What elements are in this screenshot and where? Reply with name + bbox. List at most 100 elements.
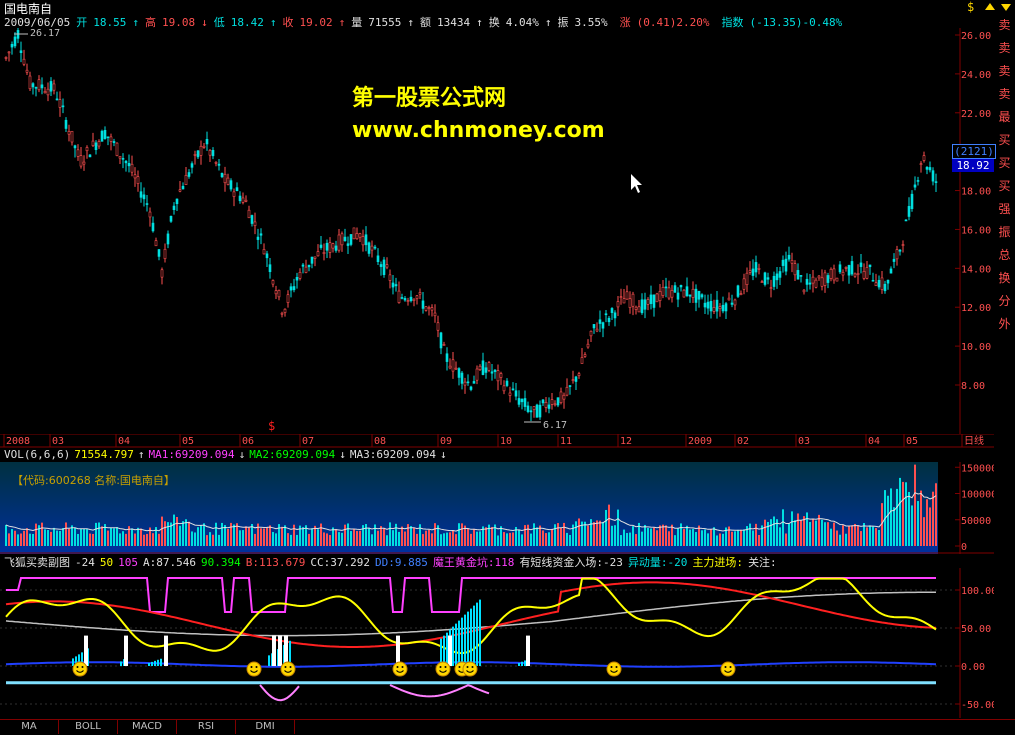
sidebar-item[interactable]: 买 (994, 175, 1015, 198)
sidebar-item[interactable]: 总 (994, 244, 1015, 267)
candle-body (454, 367, 458, 370)
volume-bar (905, 482, 907, 546)
candle-body (142, 194, 146, 200)
ind-white-bar (526, 635, 530, 666)
volume-bar (89, 533, 91, 546)
candle-body (805, 278, 809, 285)
tab-rsi[interactable]: RSI (177, 720, 236, 734)
volume-bar (926, 499, 928, 546)
volume-bar (92, 533, 94, 546)
volume-bar (383, 527, 385, 546)
toolbar-icons[interactable]: $ (963, 0, 1013, 14)
candle-body (118, 155, 122, 159)
candle-body (895, 249, 899, 260)
volume-bar (449, 532, 451, 546)
candle-body (184, 175, 188, 185)
tab-ma[interactable]: MA (0, 720, 59, 734)
volume-bar (470, 533, 472, 546)
volume-bar (59, 530, 61, 546)
candle-body (778, 271, 782, 278)
candle-body (289, 286, 293, 291)
volume-bar (614, 525, 616, 546)
volume-bar (479, 531, 481, 546)
sidebar-item[interactable]: 强 (994, 198, 1015, 221)
sidebar-item[interactable]: 买 (994, 129, 1015, 152)
candle-body (19, 50, 23, 53)
volume-bar (869, 525, 871, 546)
candle-body (538, 404, 542, 418)
sidebar-item[interactable]: 卖 (994, 83, 1015, 106)
candle-body (502, 385, 506, 392)
candle-body (487, 362, 491, 371)
volume-bar (266, 526, 268, 546)
volume-bar (737, 529, 739, 546)
volume-bar (326, 533, 328, 546)
sidebar-item[interactable]: 买 (994, 152, 1015, 175)
candle-body (223, 173, 227, 184)
tab-macd[interactable]: MACD (118, 720, 177, 734)
sidebar-item[interactable]: 最 (994, 106, 1015, 129)
candle-body (52, 83, 56, 91)
candle-body (382, 259, 386, 275)
volume-bar (218, 534, 220, 546)
candle-body (115, 142, 119, 156)
ind-white-bar (84, 635, 88, 666)
volume-bar (371, 534, 373, 546)
candle-body (445, 353, 449, 362)
tab-boll[interactable]: BOLL (59, 720, 118, 734)
volume-bar (893, 507, 895, 546)
volume-bar (11, 529, 13, 546)
up-arrow-icon (985, 3, 995, 10)
volume-bar (560, 527, 562, 546)
tab-dmi[interactable]: DMI (236, 720, 295, 734)
candle-body (601, 322, 605, 329)
volume-bar (569, 534, 571, 546)
candle-body (46, 88, 50, 96)
candle-body (169, 215, 173, 222)
ind-white-bar (124, 635, 128, 666)
sidebar-item[interactable]: 振 (994, 221, 1015, 244)
sidebar-item[interactable]: 卖 (994, 60, 1015, 83)
volume-bar (806, 512, 808, 546)
volume-bar (338, 532, 340, 546)
candle-body (832, 268, 836, 281)
volume-bar (896, 488, 898, 546)
candle-body (889, 268, 893, 274)
volume-bar (422, 534, 424, 546)
sidebar-item[interactable]: 分 (994, 290, 1015, 313)
date-tick-label: 05 (906, 436, 918, 447)
volume-bar (323, 532, 325, 546)
candle-body (721, 304, 725, 312)
volume-bar (731, 531, 733, 546)
volume-bar (344, 524, 346, 546)
ind-cyan-bar (446, 632, 448, 666)
candle-body (265, 253, 269, 259)
top-icons[interactable]: $ (963, 0, 1013, 14)
volume-bar (611, 525, 613, 546)
candle-body (577, 373, 581, 376)
candle-body (271, 280, 275, 285)
volume-bar (101, 526, 103, 546)
volume-bar (197, 527, 199, 546)
volume-bar (5, 524, 7, 546)
candle-body (547, 404, 551, 409)
volume-bar (497, 535, 499, 546)
candle-body (520, 398, 524, 403)
sidebar-item[interactable]: 换 (994, 267, 1015, 290)
volume-bar (722, 533, 724, 546)
volume-bar (677, 528, 679, 546)
smiley-icon (462, 661, 478, 677)
sidebar-item[interactable]: 卖 (994, 37, 1015, 60)
volume-bar (176, 516, 178, 546)
volume-bar (368, 527, 370, 546)
indicator-chart[interactable]: 100.00 50.00 0.00 -50.00 (0, 568, 994, 718)
candle-body (406, 300, 410, 302)
sidebar-item[interactable]: 卖 (994, 14, 1015, 37)
candle-body (208, 150, 212, 156)
volume-bar (290, 534, 292, 546)
volume-bar (518, 529, 520, 546)
candle-body (718, 306, 722, 310)
sidebar-item[interactable]: 外 (994, 313, 1015, 336)
volume-bar (851, 525, 853, 546)
volume-bar (392, 530, 394, 546)
